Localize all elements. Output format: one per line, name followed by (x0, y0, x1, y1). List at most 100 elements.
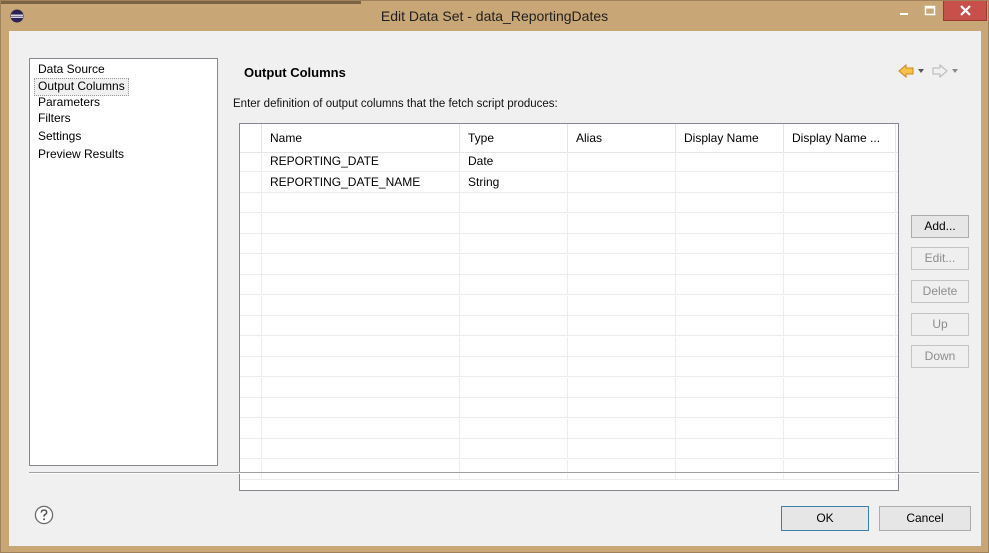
down-button[interactable]: Down (911, 345, 969, 368)
table-row-empty[interactable] (240, 213, 898, 234)
table-cell[interactable] (568, 193, 676, 213)
delete-button[interactable]: Delete (911, 280, 969, 303)
table-cell[interactable] (568, 234, 676, 254)
table-row-empty[interactable] (240, 418, 898, 439)
table-cell[interactable] (676, 172, 784, 193)
table-cell[interactable] (262, 377, 460, 398)
table-cell[interactable] (676, 398, 784, 418)
table-cell[interactable] (262, 234, 460, 254)
title-bar[interactable]: Edit Data Set - data_ReportingDates (1, 1, 988, 31)
table-cell[interactable] (568, 398, 676, 418)
table-row-empty[interactable] (240, 377, 898, 398)
table-row-empty[interactable] (240, 193, 898, 213)
table-cell[interactable] (784, 275, 896, 295)
table-cell[interactable] (676, 357, 784, 377)
table-cell[interactable] (262, 254, 460, 275)
table-cell[interactable] (460, 418, 568, 439)
table-cell[interactable] (460, 234, 568, 254)
table-cell[interactable] (784, 336, 896, 357)
table-cell[interactable] (676, 439, 784, 459)
table-cell[interactable] (676, 459, 784, 480)
table-cell[interactable] (676, 152, 784, 172)
output-columns-table[interactable]: Name Type Alias Display Name Display Nam… (239, 123, 899, 491)
table-cell[interactable] (262, 357, 460, 377)
nav-item-settings[interactable]: Settings (35, 129, 84, 145)
table-cell[interactable] (784, 418, 896, 439)
table-cell[interactable] (568, 459, 676, 480)
table-cell[interactable] (568, 275, 676, 295)
table-row[interactable]: REPORTING_DATE_NAME String (240, 172, 898, 193)
minimize-button[interactable] (891, 1, 917, 21)
table-cell[interactable] (460, 316, 568, 336)
table-cell[interactable] (784, 193, 896, 213)
table-cell[interactable] (676, 275, 784, 295)
table-row-empty[interactable] (240, 295, 898, 316)
table-cell[interactable] (262, 398, 460, 418)
table-cell[interactable] (460, 357, 568, 377)
table-cell[interactable] (568, 336, 676, 357)
table-row-empty[interactable] (240, 234, 898, 254)
up-button[interactable]: Up (911, 313, 969, 336)
column-header-display-name[interactable]: Display Name (676, 124, 784, 152)
column-header-type[interactable]: Type (460, 124, 568, 152)
table-cell[interactable] (784, 316, 896, 336)
table-cell[interactable] (784, 459, 896, 480)
table-cell[interactable] (262, 275, 460, 295)
table-row-empty[interactable] (240, 254, 898, 275)
table-cell[interactable] (676, 254, 784, 275)
table-cell[interactable] (784, 377, 896, 398)
close-button[interactable] (943, 1, 987, 21)
column-header-name[interactable]: Name (262, 124, 460, 152)
table-cell[interactable] (262, 418, 460, 439)
table-cell[interactable] (676, 316, 784, 336)
table-cell[interactable] (460, 336, 568, 357)
table-cell[interactable]: String (460, 172, 568, 193)
table-cell[interactable] (262, 213, 460, 234)
table-cell[interactable] (568, 377, 676, 398)
table-cell[interactable] (784, 357, 896, 377)
table-cell[interactable] (568, 418, 676, 439)
table-cell[interactable] (262, 439, 460, 459)
table-cell[interactable] (568, 357, 676, 377)
table-cell[interactable] (262, 295, 460, 316)
table-row-empty[interactable] (240, 357, 898, 377)
column-header-display-name-key[interactable]: Display Name ... (784, 124, 896, 152)
table-row-empty[interactable] (240, 439, 898, 459)
table-cell[interactable]: REPORTING_DATE_NAME (262, 172, 460, 193)
table-cell[interactable] (568, 439, 676, 459)
table-cell[interactable] (568, 213, 676, 234)
table-cell[interactable]: Date (460, 152, 568, 172)
nav-item-filters[interactable]: Filters (35, 111, 74, 127)
nav-item-preview-results[interactable]: Preview Results (35, 147, 127, 163)
table-cell[interactable] (676, 377, 784, 398)
back-arrow-icon[interactable] (898, 63, 914, 79)
column-header-alias[interactable]: Alias (568, 124, 676, 152)
table-cell[interactable] (262, 336, 460, 357)
table-cell[interactable]: REPORTING_DATE (262, 152, 460, 172)
table-row-empty[interactable] (240, 336, 898, 357)
edit-button[interactable]: Edit... (911, 247, 969, 270)
table-cell[interactable] (568, 254, 676, 275)
table-cell[interactable] (676, 418, 784, 439)
table-cell[interactable] (568, 316, 676, 336)
table-cell[interactable] (460, 254, 568, 275)
table-cell[interactable] (262, 193, 460, 213)
table-cell[interactable] (676, 336, 784, 357)
table-row-empty[interactable] (240, 316, 898, 336)
table-row-empty[interactable] (240, 275, 898, 295)
table-cell[interactable] (784, 295, 896, 316)
ok-button[interactable]: OK (781, 506, 869, 531)
table-cell[interactable] (568, 172, 676, 193)
table-cell[interactable] (784, 172, 896, 193)
table-cell[interactable] (676, 193, 784, 213)
nav-item-output-columns[interactable]: Output Columns (34, 78, 129, 96)
table-cell[interactable] (784, 213, 896, 234)
table-cell[interactable] (262, 459, 460, 480)
table-cell[interactable] (460, 295, 568, 316)
table-cell[interactable] (460, 213, 568, 234)
cancel-button[interactable]: Cancel (879, 506, 971, 531)
table-cell[interactable] (460, 439, 568, 459)
table-cell[interactable] (676, 295, 784, 316)
table-cell[interactable] (784, 254, 896, 275)
table-cell[interactable] (568, 152, 676, 172)
